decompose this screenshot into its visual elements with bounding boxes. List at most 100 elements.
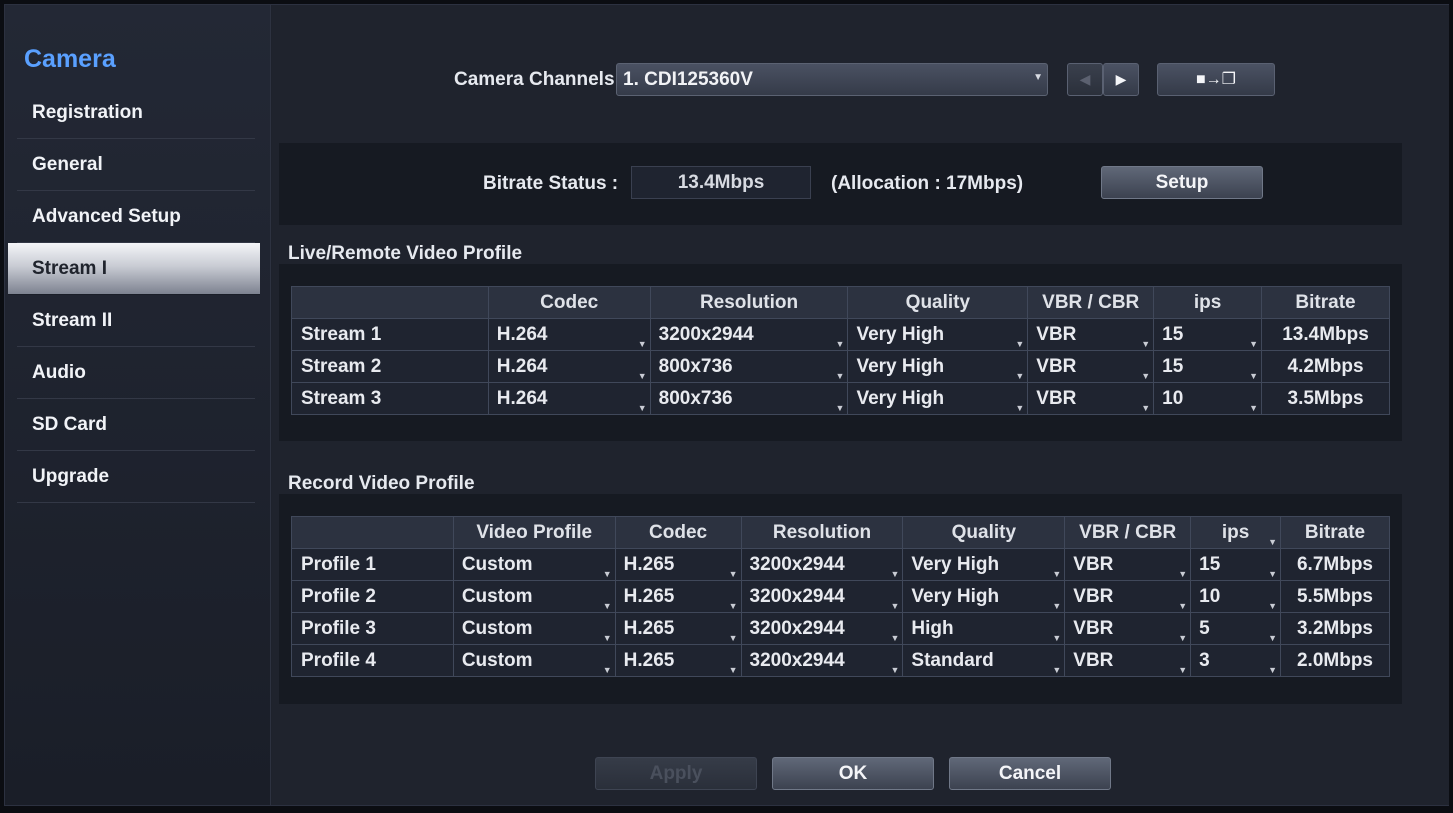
ips-select[interactable]: 3 ▼: [1190, 644, 1281, 677]
resolution-value: 3200x2944: [749, 553, 845, 575]
bitrate-value: 6.7Mbps: [1280, 548, 1390, 581]
codec-value: H.265: [623, 585, 675, 607]
chevron-down-icon: ▼: [1052, 601, 1062, 611]
vbr-cbr-select[interactable]: VBR ▼: [1064, 612, 1192, 645]
sidebar-item-registration[interactable]: Registration: [17, 87, 255, 139]
ips-select[interactable]: 5 ▼: [1190, 612, 1281, 645]
resolution-value: 3200x2944: [749, 649, 845, 671]
ips-value: 15: [1199, 553, 1221, 575]
resolution-select[interactable]: 3200x2944 ▼: [740, 612, 904, 645]
column-header: [291, 516, 454, 549]
sidebar-item-stream-1[interactable]: Stream I: [8, 243, 260, 295]
codec-select[interactable]: H.265 ▼: [614, 644, 742, 677]
live-profile-panel: Codec Resolution Quality VBR / CBR ips B…: [279, 264, 1402, 441]
apply-button[interactable]: Apply: [595, 757, 757, 790]
codec-value: H.265: [623, 649, 675, 671]
codec-value: H.264: [496, 323, 548, 345]
bitrate-status-label: Bitrate Status :: [483, 173, 619, 194]
chevron-down-icon: ▼: [728, 665, 738, 675]
codec-value: H.265: [623, 617, 675, 639]
sidebar-item-general[interactable]: General: [17, 139, 255, 191]
copy-settings-button[interactable]: ■→❐: [1157, 63, 1275, 96]
vbr-cbr-select[interactable]: VBR ▼: [1064, 580, 1192, 613]
quality-select[interactable]: Very High ▼: [847, 318, 1029, 351]
stream-name: Stream 1: [291, 318, 489, 351]
bitrate-value: 13.4Mbps: [1261, 318, 1390, 351]
codec-select[interactable]: H.265 ▼: [614, 612, 742, 645]
resolution-select[interactable]: 800x736 ▼: [649, 350, 849, 383]
codec-value: H.264: [496, 387, 548, 409]
bitrate-value: 5.5Mbps: [1280, 580, 1390, 613]
vbr-cbr-select[interactable]: VBR ▼: [1027, 350, 1155, 383]
sidebar-item-advanced-setup[interactable]: Advanced Setup: [17, 191, 255, 243]
quality-select[interactable]: Very High ▼: [847, 350, 1029, 383]
camera-channel-select[interactable]: 1. CDI125360V ▼: [616, 63, 1048, 96]
video-profile-select[interactable]: Custom ▼: [452, 580, 616, 613]
quality-select[interactable]: High ▼: [902, 612, 1066, 645]
camera-channel-row: Camera Channels : 1. CDI125360V ▼ ◀ ▶ ■→…: [272, 63, 1449, 97]
chevron-down-icon: ▼: [1015, 339, 1025, 349]
column-header: Video Profile: [452, 516, 616, 549]
previous-channel-button[interactable]: ◀: [1067, 63, 1103, 96]
codec-select[interactable]: H.264 ▼: [487, 350, 651, 383]
setup-button[interactable]: Setup: [1101, 166, 1263, 199]
video-profile-select[interactable]: Custom ▼: [452, 548, 616, 581]
vbr-cbr-select[interactable]: VBR ▼: [1027, 318, 1155, 351]
resolution-select[interactable]: 3200x2944 ▼: [740, 580, 904, 613]
camera-channels-label: Camera Channels :: [454, 69, 627, 90]
codec-select[interactable]: H.265 ▼: [614, 548, 742, 581]
chevron-down-icon: ▼: [890, 665, 900, 675]
bitrate-status-value: 13.4Mbps: [631, 166, 811, 199]
sidebar-item-sd-card[interactable]: SD Card: [17, 399, 255, 451]
chevron-down-icon: ▼: [1178, 601, 1188, 611]
quality-select[interactable]: Very High ▼: [902, 548, 1066, 581]
resolution-select[interactable]: 3200x2944 ▼: [740, 548, 904, 581]
quality-value: Very High: [856, 355, 945, 377]
ips-select[interactable]: 15 ▼: [1153, 350, 1263, 383]
column-header: ips ▼: [1190, 516, 1281, 549]
camera-channel-value: 1. CDI125360V: [623, 69, 753, 90]
profile-name: Profile 4: [291, 644, 454, 677]
cancel-button[interactable]: Cancel: [949, 757, 1111, 790]
video-profile-value: Custom: [461, 617, 533, 639]
table-row: Profile 1 Custom ▼ H.265 ▼ 3200x2944 ▼ Very…: [291, 548, 1390, 581]
video-profile-value: Custom: [461, 553, 533, 575]
camera-settings-window: Camera Registration General Advanced Set…: [4, 4, 1449, 806]
sidebar-item-upgrade[interactable]: Upgrade: [17, 451, 255, 503]
resolution-select[interactable]: 3200x2944 ▼: [649, 318, 849, 351]
ips-select[interactable]: 10 ▼: [1190, 580, 1281, 613]
table-row: Profile 4 Custom ▼ H.265 ▼ 3200x2944 ▼ Stan…: [291, 644, 1390, 677]
video-profile-select[interactable]: Custom ▼: [452, 612, 616, 645]
sidebar-item-audio[interactable]: Audio: [17, 347, 255, 399]
main-content: Camera Channels : 1. CDI125360V ▼ ◀ ▶ ■→…: [272, 5, 1449, 805]
quality-select[interactable]: Standard ▼: [902, 644, 1066, 677]
codec-select[interactable]: H.265 ▼: [614, 580, 742, 613]
video-profile-select[interactable]: Custom ▼: [452, 644, 616, 677]
next-channel-button[interactable]: ▶: [1103, 63, 1139, 96]
ips-value: 15: [1162, 355, 1184, 377]
quality-select[interactable]: Very High ▼: [847, 382, 1029, 415]
bitrate-value: 4.2Mbps: [1261, 350, 1390, 383]
codec-select[interactable]: H.264 ▼: [487, 382, 651, 415]
chevron-down-icon: ▼: [890, 569, 900, 579]
live-profile-title: Live/Remote Video Profile: [288, 243, 523, 264]
ips-value: 10: [1162, 387, 1184, 409]
ips-select[interactable]: 15 ▼: [1190, 548, 1281, 581]
vbr-cbr-select[interactable]: VBR ▼: [1064, 548, 1192, 581]
vbr-cbr-select[interactable]: VBR ▼: [1064, 644, 1192, 677]
ok-button[interactable]: OK: [772, 757, 934, 790]
quality-select[interactable]: Very High ▼: [902, 580, 1066, 613]
vbr-cbr-select[interactable]: VBR ▼: [1027, 382, 1155, 415]
codec-value: H.265: [623, 553, 675, 575]
quality-value: Very High: [856, 323, 945, 345]
ips-select[interactable]: 10 ▼: [1153, 382, 1263, 415]
chevron-down-icon: ▼: [1141, 403, 1151, 413]
chevron-down-icon: ▼: [1141, 339, 1151, 349]
ips-select[interactable]: 15 ▼: [1153, 318, 1263, 351]
resolution-select[interactable]: 3200x2944 ▼: [740, 644, 904, 677]
quality-value: Very High: [856, 387, 945, 409]
sidebar-item-stream-2[interactable]: Stream II: [17, 295, 255, 347]
sidebar: Camera Registration General Advanced Set…: [5, 5, 271, 805]
codec-select[interactable]: H.264 ▼: [487, 318, 651, 351]
resolution-select[interactable]: 800x736 ▼: [649, 382, 849, 415]
